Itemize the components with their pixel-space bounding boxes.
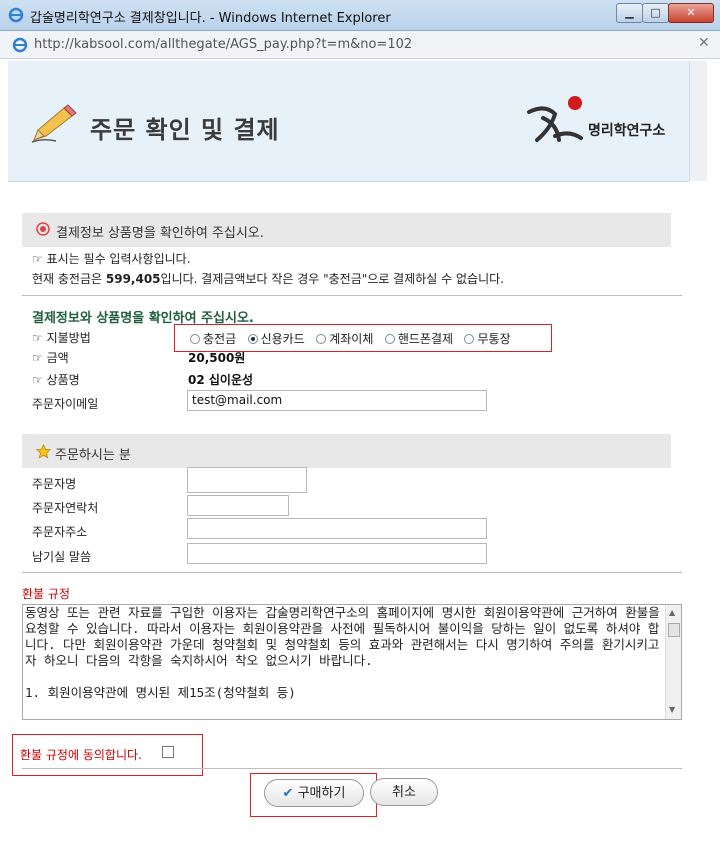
amount-value: 20,500원	[188, 351, 246, 365]
address-bar[interactable]: http://kabsool.com/allthegate/AGS_pay.ph…	[0, 31, 720, 59]
method-option-phone[interactable]: 핸드폰결제	[384, 332, 453, 346]
email-label: 주문자이메일	[32, 397, 99, 411]
checkmark-icon: ✔	[282, 786, 294, 801]
refund-scrollbar[interactable]: ▲ ▼	[665, 605, 681, 719]
address-label: 주문자주소	[32, 525, 88, 539]
agree-checkbox[interactable]	[162, 746, 174, 758]
required-note: ☞ 표시는 필수 입력사항입니다.	[32, 252, 191, 266]
window-titlebar: 갑술명리학연구소 결제창입니다. - Windows Internet Expl…	[0, 0, 720, 31]
close-tab-icon[interactable]: ✕	[698, 35, 710, 51]
method-label: ☞ 지불방법	[32, 331, 91, 345]
scroll-thumb	[668, 623, 680, 637]
product-value: 02 십이운성	[188, 373, 254, 387]
orderer-name-field[interactable]	[187, 467, 307, 493]
refund-policy-textarea[interactable]: 동영상 또는 관련 자료를 구입한 이용자는 갑술명리학연구소의 홈페이지에 명…	[22, 604, 682, 720]
logo-mark-icon	[527, 96, 583, 142]
page-title: 주문 확인 및 결제	[90, 116, 280, 144]
buy-button[interactable]: ✔ 구매하기	[264, 779, 364, 807]
refund-title: 환불 규정	[22, 587, 70, 601]
message-label: 남기실 말씀	[32, 550, 92, 564]
window-title: 갑술명리학연구소 결제창입니다. - Windows Internet Expl…	[30, 11, 391, 26]
scroll-down-icon: ▼	[669, 705, 676, 714]
balance-amount: 599,405	[105, 272, 161, 286]
address-url[interactable]: http://kabsool.com/allthegate/AGS_pay.ph…	[34, 37, 412, 52]
refund-policy-text: 동영상 또는 관련 자료를 구입한 이용자는 갑술명리학연구소의 홈페이지에 명…	[25, 605, 660, 700]
pencil-icon	[31, 104, 77, 143]
page-scrollbar[interactable]	[689, 61, 707, 181]
radio-icon	[384, 334, 395, 344]
page-icon	[12, 37, 28, 53]
scroll-up-icon: ▲	[669, 608, 676, 617]
balance-notice: 현재 충전금은 599,405입니다. 결제금액보다 작은 경우 "충전금"으로…	[32, 272, 504, 286]
radio-selected-icon	[247, 334, 258, 344]
pointing-hand-icon: ☞	[32, 331, 43, 345]
method-option-transfer[interactable]: 계좌이체	[316, 332, 373, 346]
divider	[22, 572, 682, 573]
maximize-button[interactable]: □	[642, 3, 669, 23]
orderer-address-field[interactable]	[187, 518, 487, 539]
name-label: 주문자명	[32, 477, 77, 491]
radio-icon	[464, 334, 475, 344]
minimize-button[interactable]: ▁	[616, 3, 643, 23]
section-title: 결제정보 상품명을 확인하여 주십시오.	[56, 226, 264, 241]
logo-text: 명리학연구소	[588, 123, 666, 139]
email-field[interactable]: test@mail.com	[187, 390, 487, 411]
phone-label: 주문자연락처	[32, 501, 99, 515]
target-icon	[36, 222, 50, 236]
orderer-phone-field[interactable]	[187, 495, 289, 516]
radio-icon	[190, 334, 200, 344]
pointing-hand-icon: ☞	[32, 373, 43, 387]
method-option-card[interactable]: 신용카드	[247, 332, 305, 346]
method-option-charge[interactable]: 충전금	[190, 332, 236, 346]
divider	[22, 768, 682, 769]
star-icon	[36, 444, 51, 459]
product-label: ☞ 상품명	[32, 373, 80, 387]
pointing-hand-icon: ☞	[32, 252, 43, 266]
amount-label: ☞ 금액	[32, 351, 69, 365]
message-field[interactable]	[187, 543, 487, 564]
method-option-bank[interactable]: 무통장	[464, 332, 511, 346]
agree-label: 환불 규정에 동의합니다.	[20, 748, 142, 762]
payment-method-group: 충전금 신용카드 계좌이체 핸드폰결제 무통장	[190, 330, 511, 347]
cancel-button[interactable]: 취소	[370, 778, 438, 806]
pointing-hand-icon: ☞	[32, 351, 43, 365]
close-window-button[interactable]: ✕	[668, 3, 714, 23]
section-title: 주문하시는 분	[55, 448, 131, 463]
ie-logo-icon	[8, 7, 24, 23]
divider	[22, 295, 682, 296]
radio-icon	[316, 334, 327, 344]
